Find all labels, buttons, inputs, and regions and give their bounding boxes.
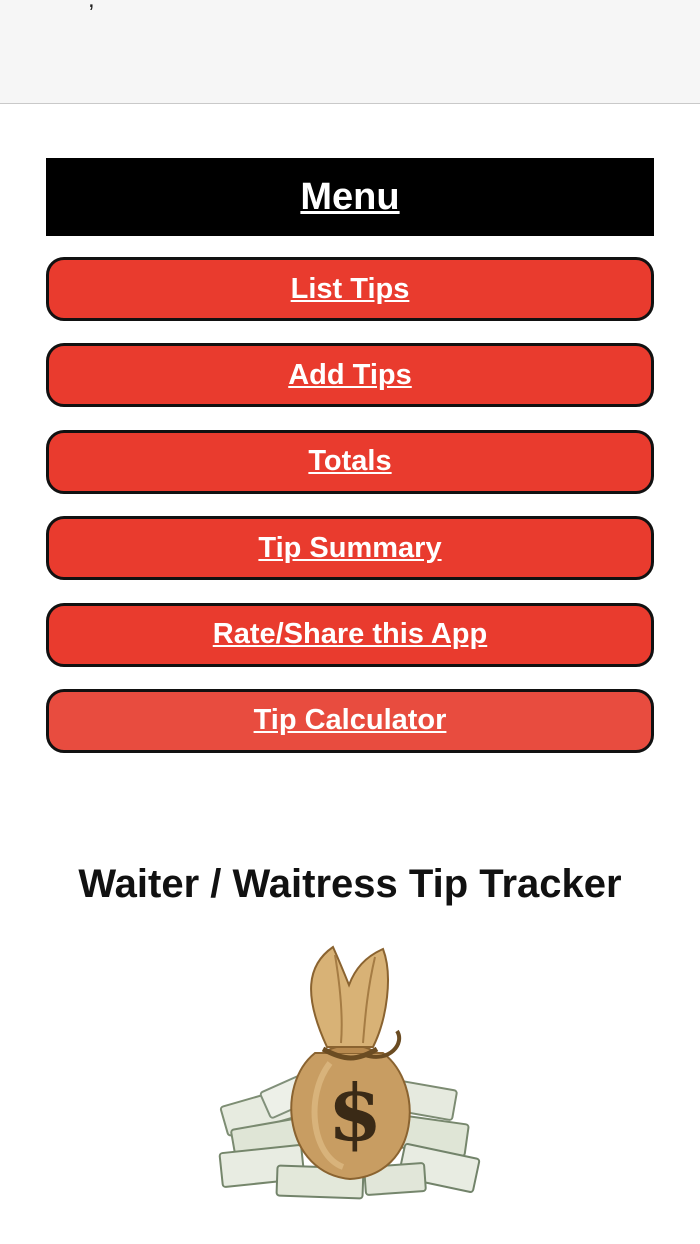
app-title: Waiter / Waitress Tip Tracker xyxy=(78,862,622,906)
top-bar: , xyxy=(0,0,700,104)
tip-summary-button[interactable]: Tip Summary xyxy=(46,516,654,581)
topbar-text-fragment: , xyxy=(88,0,95,14)
totals-button[interactable]: Totals xyxy=(46,429,654,494)
money-bag-image: $ xyxy=(218,945,481,1200)
list-tips-button[interactable]: List Tips xyxy=(46,257,654,321)
add-tips-button[interactable]: Add Tips xyxy=(46,343,654,408)
menu-header: Menu xyxy=(46,158,654,236)
dollar-sign-icon: $ xyxy=(328,1068,382,1159)
tip-calculator-button[interactable]: Tip Calculator xyxy=(46,688,654,753)
menu-list: List Tips Add Tips Totals Tip Summary Ra… xyxy=(46,257,654,775)
rate-share-app-button[interactable]: Rate/Share this App xyxy=(46,602,654,667)
